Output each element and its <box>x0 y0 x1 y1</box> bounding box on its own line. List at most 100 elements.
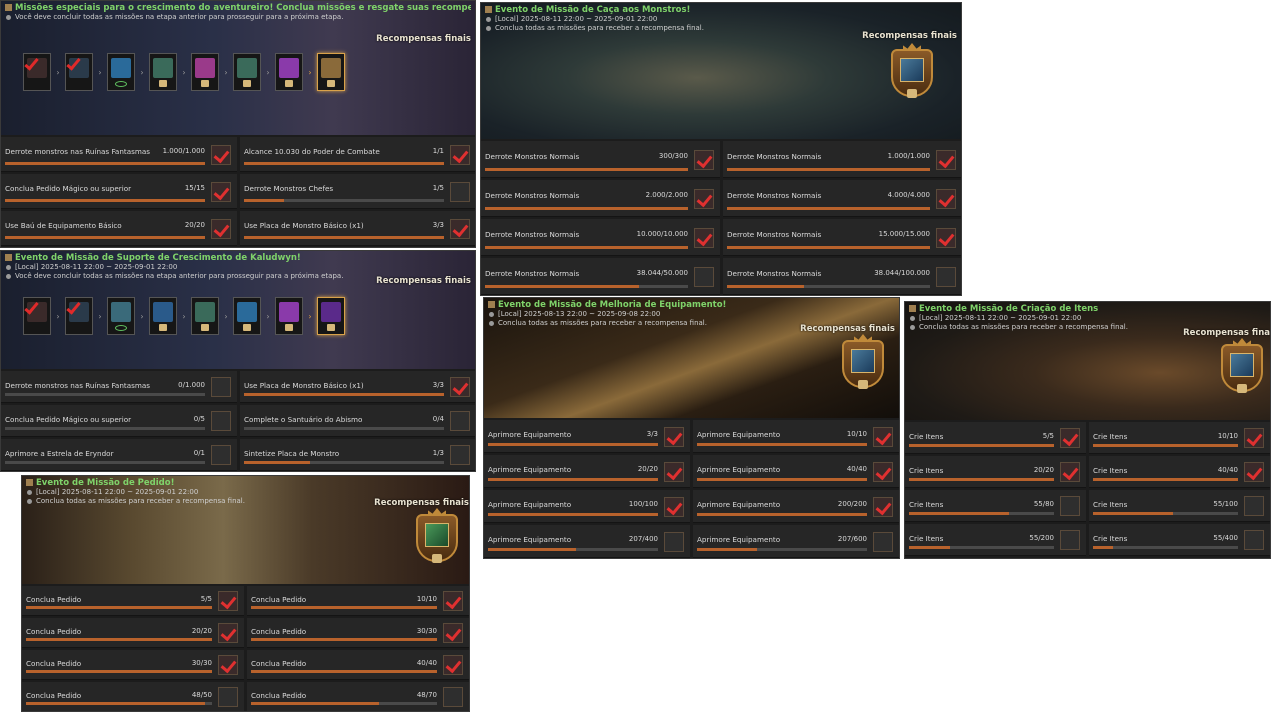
claimed-reward-icon[interactable] <box>443 623 463 643</box>
stage-node[interactable] <box>23 53 51 91</box>
progress-fill <box>488 513 658 516</box>
reward-chest-icon[interactable] <box>1244 530 1264 550</box>
claimed-reward-icon[interactable] <box>443 655 463 675</box>
mission-row: Conclua Pedido Mágico ou superior 0/5 <box>1 405 237 437</box>
stage-node[interactable] <box>149 53 177 91</box>
claimed-reward-icon[interactable] <box>873 427 893 447</box>
claimed-reward-icon[interactable] <box>873 462 893 482</box>
mission-label: Aprimore Equipamento <box>488 500 572 509</box>
stage-node[interactable] <box>65 297 93 335</box>
progress-fill <box>1093 512 1173 515</box>
mission-label: Derrote Monstros Normais <box>485 269 580 278</box>
claimed-reward-icon[interactable] <box>218 591 238 611</box>
final-reward-emblem[interactable] <box>840 334 886 396</box>
claimed-reward-icon[interactable] <box>450 219 470 239</box>
final-reward-emblem[interactable] <box>1219 338 1265 400</box>
mission-progress-count: 0/1.000 <box>178 381 205 389</box>
mission-progress-count: 10/10 <box>416 595 437 603</box>
mission-label: Derrote Monstros Normais <box>727 191 822 200</box>
claimed-reward-icon[interactable] <box>450 377 470 397</box>
stage-node[interactable] <box>233 53 261 91</box>
stage-node[interactable] <box>275 297 303 335</box>
claimed-reward-icon[interactable] <box>1244 462 1264 482</box>
mission-progress-count: 5/5 <box>1042 432 1054 440</box>
progress-fill <box>26 670 212 673</box>
progress-bar <box>251 670 437 673</box>
claimed-reward-icon[interactable] <box>450 145 470 165</box>
reward-chest-icon[interactable] <box>936 267 956 287</box>
progress-fill <box>697 478 867 481</box>
arrow-icon: › <box>266 67 270 77</box>
claimed-reward-icon[interactable] <box>694 228 714 248</box>
claimed-reward-icon[interactable] <box>664 462 684 482</box>
reward-chest-icon[interactable] <box>443 687 463 707</box>
mission-label: Aprimore a Estrela de Eryndor <box>5 449 114 458</box>
reward-chest-icon[interactable] <box>218 687 238 707</box>
progress-fill <box>488 443 658 446</box>
claimed-reward-icon[interactable] <box>443 591 463 611</box>
mission-label: Crie Itens <box>909 432 944 441</box>
stage-timeline: › › › › › › › <box>23 53 345 91</box>
stage-node[interactable] <box>23 297 51 335</box>
lock-icon <box>243 80 251 87</box>
reward-chest-icon[interactable] <box>450 182 470 202</box>
banner: Evento de Missão de Criação de Itens [Lo… <box>905 302 1270 420</box>
reward-chest-icon[interactable] <box>211 377 231 397</box>
lock-icon <box>327 80 335 87</box>
reward-chest-icon[interactable] <box>211 411 231 431</box>
claimed-reward-icon[interactable] <box>664 497 684 517</box>
claimed-reward-icon[interactable] <box>936 150 956 170</box>
claimed-reward-icon[interactable] <box>694 189 714 209</box>
mission-row: Crie Itens 40/40 <box>1089 456 1270 488</box>
reward-chest-icon[interactable] <box>873 532 893 552</box>
stage-node[interactable] <box>191 297 219 335</box>
stage-node[interactable] <box>149 297 177 335</box>
claimed-reward-icon[interactable] <box>218 655 238 675</box>
mission-label: Conclua Pedido Mágico ou superior <box>5 415 132 424</box>
claimed-reward-icon[interactable] <box>211 219 231 239</box>
mission-progress-count: 5/5 <box>200 595 212 603</box>
claimed-reward-icon[interactable] <box>664 427 684 447</box>
reward-chest-icon[interactable] <box>694 267 714 287</box>
stage-node[interactable] <box>191 53 219 91</box>
stage-node[interactable] <box>107 297 135 335</box>
reward-chest-icon[interactable] <box>211 445 231 465</box>
claimed-reward-icon[interactable] <box>1244 428 1264 448</box>
final-reward-node[interactable] <box>317 53 345 91</box>
stage-node[interactable] <box>65 53 93 91</box>
progress-bar <box>244 427 444 430</box>
claimed-reward-icon[interactable] <box>936 189 956 209</box>
stage-node[interactable] <box>107 53 135 91</box>
reward-chest-icon[interactable] <box>450 411 470 431</box>
mission-label: Conclua Pedido <box>251 595 307 604</box>
claimed-reward-icon[interactable] <box>1060 428 1080 448</box>
claimed-reward-icon[interactable] <box>873 497 893 517</box>
claimed-reward-icon[interactable] <box>211 182 231 202</box>
stage-node[interactable] <box>233 297 261 335</box>
claimed-reward-icon[interactable] <box>936 228 956 248</box>
mission-label: Aprimore Equipamento <box>488 430 572 439</box>
final-reward-emblem[interactable] <box>414 508 460 570</box>
claimed-reward-icon[interactable] <box>218 623 238 643</box>
lock-icon <box>1237 384 1247 393</box>
banner: Evento de Missão de Caça aos Monstros! [… <box>481 3 961 139</box>
final-reward-node[interactable] <box>317 297 345 335</box>
stage-node[interactable] <box>275 53 303 91</box>
claimed-reward-icon[interactable] <box>211 145 231 165</box>
final-reward-emblem[interactable] <box>889 43 935 105</box>
progress-fill <box>244 199 284 202</box>
reward-chest-icon[interactable] <box>450 445 470 465</box>
progress-bar <box>244 461 444 464</box>
order-missions-panel: Evento de Missão de Pedido! [Local] 2025… <box>21 475 470 712</box>
claimed-reward-icon[interactable] <box>694 150 714 170</box>
progress-fill <box>244 461 310 464</box>
claimed-reward-icon[interactable] <box>1060 462 1080 482</box>
reward-chest-icon[interactable] <box>664 532 684 552</box>
reward-chest-icon[interactable] <box>1244 496 1264 516</box>
progress-bar <box>727 246 930 249</box>
progress-fill <box>5 162 205 165</box>
final-rewards-label: Recompensas finais <box>800 324 895 334</box>
progress-bar <box>26 638 212 641</box>
reward-chest-icon[interactable] <box>1060 530 1080 550</box>
reward-chest-icon[interactable] <box>1060 496 1080 516</box>
